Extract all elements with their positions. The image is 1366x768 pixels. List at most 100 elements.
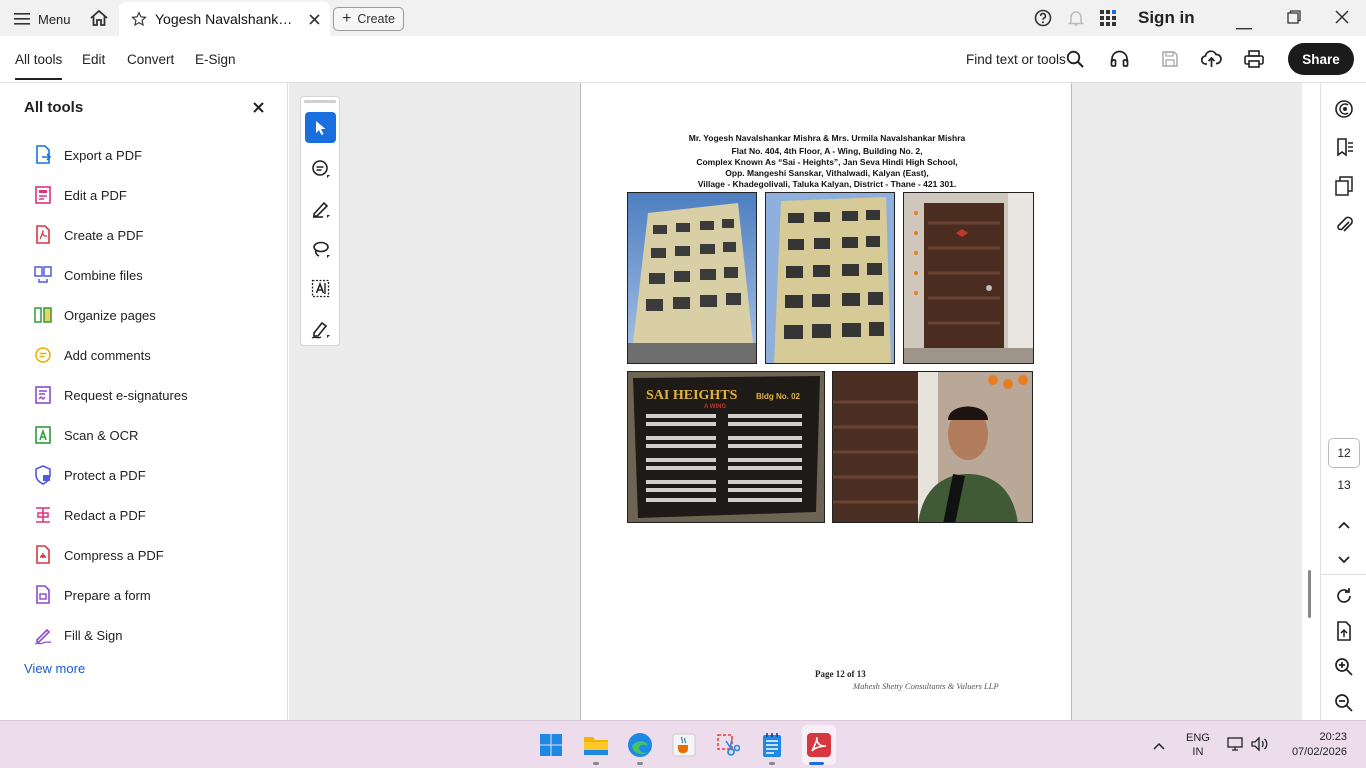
upload-button[interactable] xyxy=(1200,49,1222,73)
minimize-button[interactable] xyxy=(1236,17,1252,35)
previous-page-button[interactable] xyxy=(1337,517,1351,535)
tool-combine-files[interactable]: Combine files xyxy=(34,264,143,286)
tool-organize-pages[interactable]: Organize pages xyxy=(34,304,156,326)
find-text-button[interactable]: Find text or tools xyxy=(966,52,1066,67)
headphones-icon xyxy=(1110,50,1129,67)
ai-assistant-button[interactable] xyxy=(1334,99,1354,124)
total-pages-label: 13 xyxy=(1337,478,1351,492)
rotate-icon xyxy=(1337,588,1351,603)
firm-signature: Mahesh Shetty Consultants & Valuers LLP xyxy=(853,681,999,691)
save-button[interactable] xyxy=(1161,50,1179,73)
volume-button[interactable] xyxy=(1250,736,1270,757)
building-photo xyxy=(627,192,757,364)
tool-redact-pdf[interactable]: Redact a PDF xyxy=(34,504,146,526)
building-image xyxy=(766,193,894,363)
zoom-out-icon xyxy=(1335,694,1353,712)
notifications-button[interactable] xyxy=(1067,9,1085,32)
ai-assistant-icon xyxy=(1335,100,1353,118)
edge-browser-button[interactable] xyxy=(625,730,655,760)
system-clock[interactable]: 20:23 07/02/2026 xyxy=(1285,730,1347,760)
scan-ocr-icon xyxy=(35,426,51,444)
tool-create-pdf[interactable]: Create a PDF xyxy=(34,224,143,246)
text-tool-button[interactable] xyxy=(305,273,336,304)
building-image xyxy=(628,193,756,363)
comment-tool-button[interactable] xyxy=(305,153,336,184)
name-board-image: SAI HEIGHTS Bldg No. 02 A WING xyxy=(628,372,824,522)
help-button[interactable] xyxy=(1034,9,1052,32)
notepad-button[interactable] xyxy=(757,730,787,760)
java-cup-icon xyxy=(672,733,696,757)
tab-convert[interactable]: Convert xyxy=(127,52,174,67)
close-window-button[interactable] xyxy=(1335,10,1349,29)
close-panel-icon[interactable] xyxy=(253,102,264,113)
pdf-page[interactable]: Mr. Yogesh Navalshankar Mishra & Mrs. Ur… xyxy=(580,83,1072,720)
chevron-down-icon xyxy=(1338,556,1350,564)
tab-all-tools[interactable]: All tools xyxy=(15,52,63,80)
current-page-input[interactable]: 12 xyxy=(1328,438,1360,468)
tool-scan-ocr[interactable]: Scan & OCR xyxy=(34,424,138,446)
zoom-in-button[interactable] xyxy=(1334,657,1354,682)
drag-handle[interactable] xyxy=(304,100,336,103)
menu-button[interactable]: Menu xyxy=(14,10,71,28)
document-tab[interactable]: Yogesh Navalshankar M... xyxy=(119,2,330,36)
tab-edit[interactable]: Edit xyxy=(82,52,105,67)
create-label: Create xyxy=(357,12,395,26)
snipping-tool-button[interactable] xyxy=(713,730,743,760)
door-photo xyxy=(903,192,1034,364)
rotate-button[interactable] xyxy=(1334,586,1354,611)
print-button[interactable] xyxy=(1244,50,1264,73)
bookmarks-button[interactable] xyxy=(1334,137,1354,162)
zoom-out-button[interactable] xyxy=(1334,693,1354,718)
tool-compress-pdf[interactable]: Compress a PDF xyxy=(34,544,164,566)
text-box-icon xyxy=(311,279,329,297)
apps-button[interactable] xyxy=(1099,9,1117,32)
tool-export-pdf[interactable]: Export a PDF xyxy=(34,144,142,166)
draw-tool-button[interactable] xyxy=(305,233,336,264)
tool-request-esignatures[interactable]: Request e-signatures xyxy=(34,384,188,406)
select-tool-button[interactable] xyxy=(305,112,336,143)
show-hidden-icons-button[interactable] xyxy=(1152,738,1166,756)
tab-esign[interactable]: E-Sign xyxy=(195,52,236,67)
page-fit-button[interactable] xyxy=(1334,621,1354,646)
acrobat-button[interactable] xyxy=(804,730,834,760)
cursor-arrow-icon xyxy=(315,120,325,135)
pages-button[interactable] xyxy=(1334,176,1354,201)
attachments-button[interactable] xyxy=(1334,215,1354,240)
tool-label: Compress a PDF xyxy=(64,547,164,563)
tool-protect-pdf[interactable]: Protect a PDF xyxy=(34,464,146,486)
create-tab-button[interactable]: + Create xyxy=(333,7,404,31)
next-page-button[interactable] xyxy=(1337,552,1351,570)
view-more-link[interactable]: View more xyxy=(24,661,85,676)
zoom-in-icon xyxy=(1335,658,1353,676)
tool-label: Protect a PDF xyxy=(64,467,146,483)
signature-pen-icon xyxy=(311,321,330,339)
tab-title: Yogesh Navalshankar M... xyxy=(155,11,299,27)
tool-label: Add comments xyxy=(64,347,151,363)
file-explorer-button[interactable] xyxy=(581,730,611,760)
star-icon[interactable] xyxy=(131,11,147,27)
tool-add-comments[interactable]: Add comments xyxy=(34,344,151,366)
start-button[interactable] xyxy=(536,730,566,760)
java-app-button[interactable] xyxy=(669,730,699,760)
tool-fill-sign[interactable]: Fill & Sign xyxy=(34,624,123,646)
close-tab-icon[interactable] xyxy=(309,13,320,25)
edit-pdf-icon xyxy=(35,186,51,204)
tool-prepare-form[interactable]: Prepare a form xyxy=(34,584,151,606)
home-icon xyxy=(90,9,108,26)
tool-label: Combine files xyxy=(64,267,143,283)
panel-title: All tools xyxy=(24,99,84,116)
restore-button[interactable] xyxy=(1287,10,1301,29)
vertical-scrollbar[interactable] xyxy=(1308,570,1311,618)
sign-tool-button[interactable] xyxy=(305,313,336,344)
search-button[interactable] xyxy=(1066,50,1084,73)
read-aloud-button[interactable] xyxy=(1110,50,1129,73)
sign-in-button[interactable]: Sign in xyxy=(1138,8,1195,28)
highlight-tool-button[interactable] xyxy=(305,193,336,224)
active-indicator xyxy=(809,762,824,765)
share-button[interactable]: Share xyxy=(1288,43,1354,75)
language-indicator[interactable]: ENG IN xyxy=(1186,731,1210,759)
tool-label: Organize pages xyxy=(64,307,156,323)
tool-edit-pdf[interactable]: Edit a PDF xyxy=(34,184,127,206)
network-button[interactable] xyxy=(1226,736,1244,757)
home-button[interactable] xyxy=(89,9,109,32)
